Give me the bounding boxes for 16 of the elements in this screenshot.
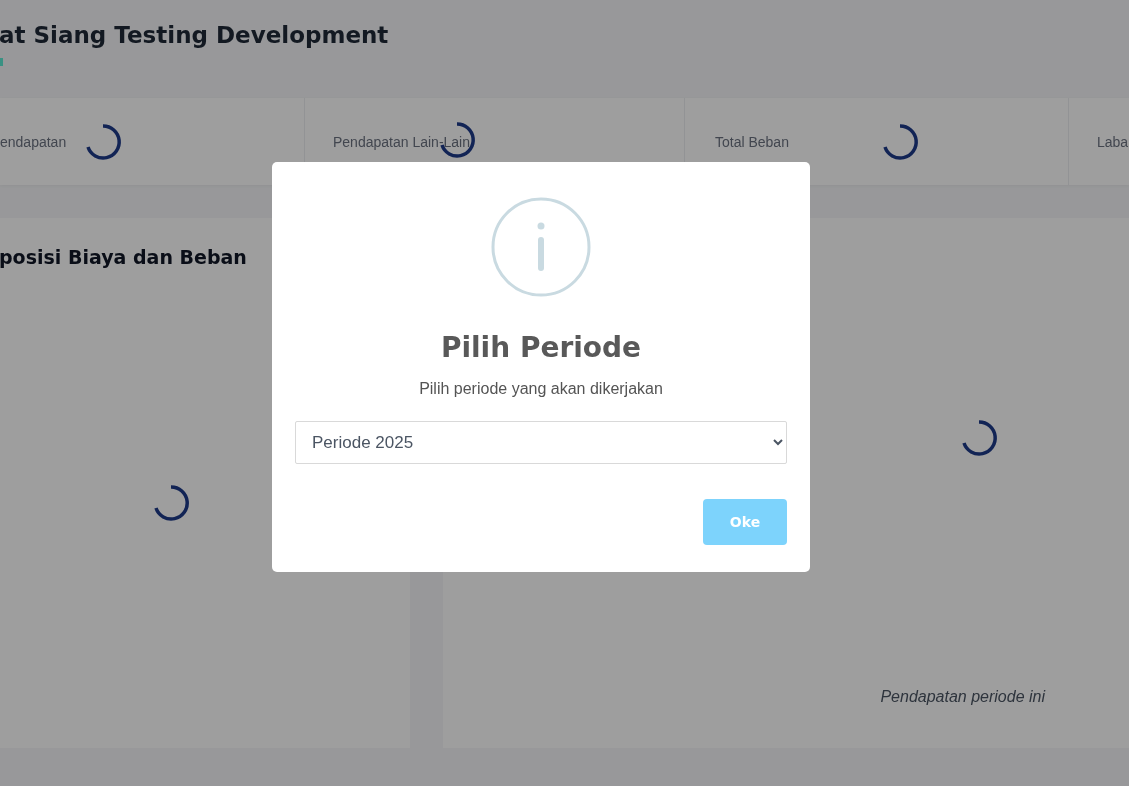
period-select[interactable]: Periode 2025 — [295, 421, 787, 464]
spinner-icon — [84, 122, 123, 161]
stat-label: endapatan — [0, 133, 67, 150]
stat-label: Total Beban — [715, 133, 789, 150]
modal-text: Pilih periode yang akan dikerjakan — [419, 380, 663, 398]
chart-caption: Pendapatan periode ini — [880, 688, 1045, 706]
info-icon — [491, 197, 591, 297]
spinner-icon — [960, 419, 998, 457]
spinner-icon — [152, 484, 190, 522]
spinner-icon — [880, 122, 919, 161]
accent-mark — [0, 58, 3, 66]
modal-title: Pilih Periode — [440, 331, 642, 364]
card-title: posisi Biaya dan Beban — [0, 245, 248, 268]
page-title: at Siang Testing Development — [0, 22, 390, 48]
stat-label: Pendapatan Lain-Lain — [333, 133, 470, 150]
stat-label: Laba — [1097, 133, 1129, 150]
